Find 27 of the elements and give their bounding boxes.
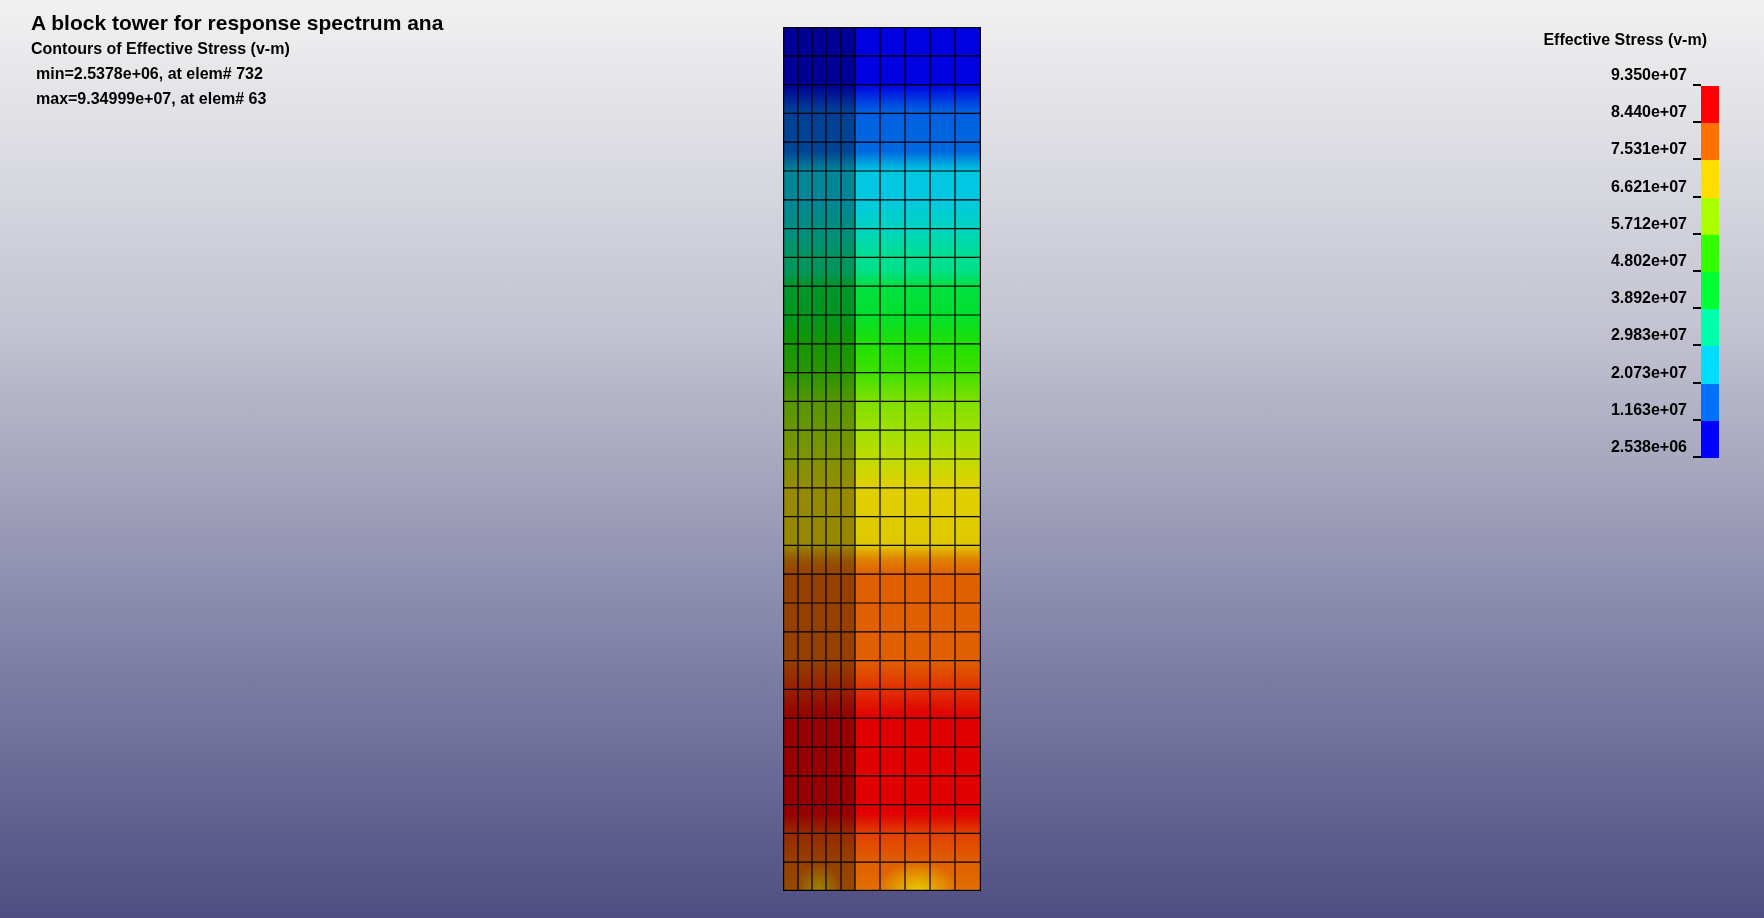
plot-subtitle: Contours of Effective Stress (v-m) <box>31 39 291 59</box>
tick-mark <box>1693 307 1701 310</box>
legend-label: 2.538e+06 <box>1610 437 1687 456</box>
legend-label: 2.073e+07 <box>1610 363 1687 382</box>
legend-label: 7.531e+07 <box>1610 140 1687 159</box>
legend-title: Effective Stress (v-m) <box>1543 30 1707 50</box>
stat-line: min=2.5378e+06, at elem# 732 <box>35 64 264 84</box>
legend-label: 8.440e+07 <box>1610 103 1687 122</box>
legend-label: 6.621e+07 <box>1610 177 1687 196</box>
legend-label: 9.350e+07 <box>1610 66 1687 84</box>
plot-title: A block tower for response spectrum ana <box>31 10 445 36</box>
stat-line: max=9.34999e+07, at elem# 63 <box>35 89 268 109</box>
legend-label: 2.983e+07 <box>1610 326 1687 345</box>
tick-mark <box>1693 195 1701 198</box>
tick-mark <box>1693 158 1701 161</box>
tick-mark <box>1693 269 1701 272</box>
tick-mark <box>1693 455 1701 458</box>
tick-mark <box>1693 344 1701 347</box>
tick-mark <box>1693 232 1701 235</box>
legend-label: 5.712e+07 <box>1610 214 1687 233</box>
legend-label: 4.802e+07 <box>1610 251 1687 270</box>
legend-label: 3.892e+07 <box>1610 289 1687 308</box>
tick-mark <box>1693 418 1701 421</box>
tick-mark <box>1693 121 1701 124</box>
tick-mark <box>1693 381 1701 384</box>
legend-label: 1.163e+07 <box>1610 400 1687 419</box>
tick-mark <box>1693 84 1701 86</box>
